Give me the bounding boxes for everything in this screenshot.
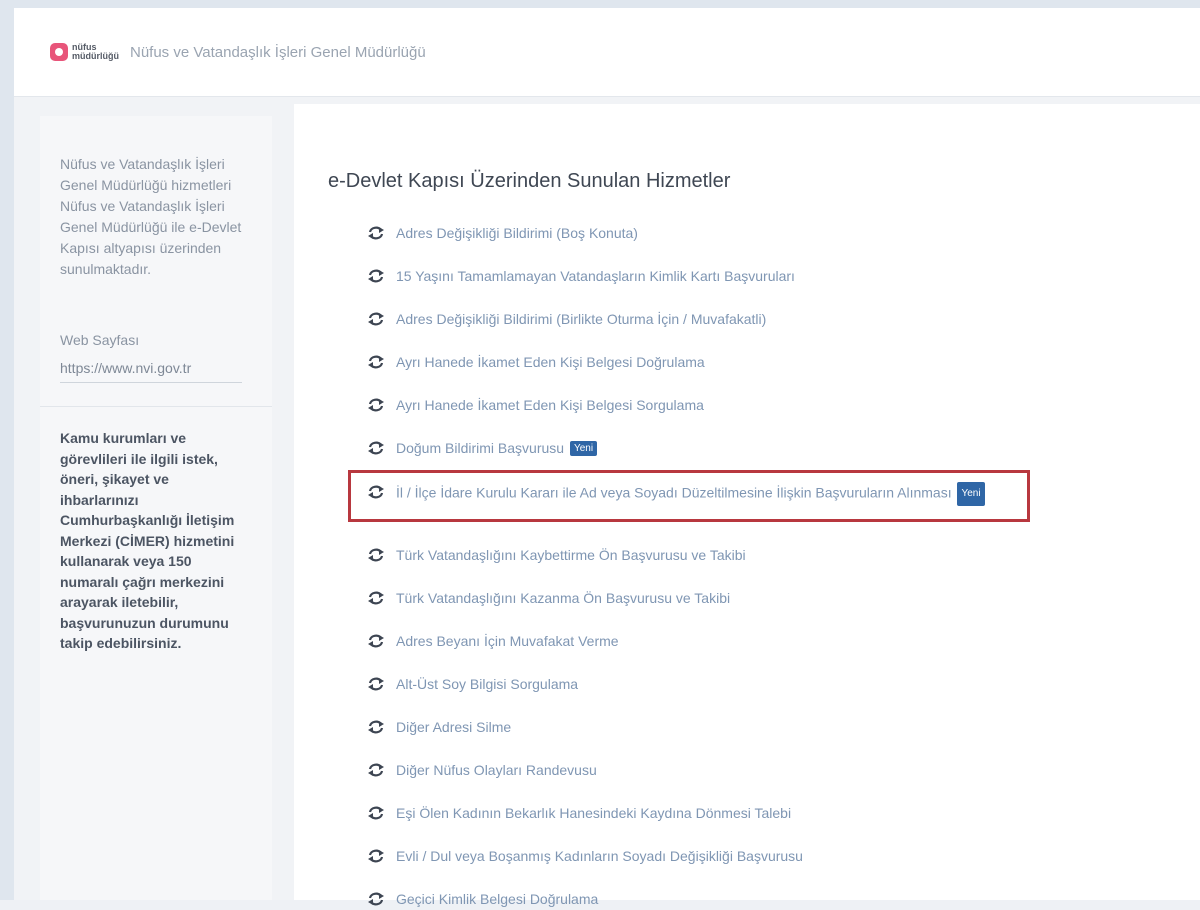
service-label: Eşi Ölen Kadının Bekarlık Hanesindeki Ka… [396,805,792,821]
service-item[interactable]: Ayrı Hanede İkamet Eden Kişi Belgesi Sor… [366,394,704,416]
new-badge: Yeni [569,441,598,457]
browser-window: nüfus müdürlüğü Nüfus ve Vatandaşlık İşl… [14,8,1200,907]
sidebar-divider [40,406,272,407]
agency-logo[interactable]: nüfus müdürlüğü [50,42,119,61]
refresh-arrows-icon [366,225,386,241]
refresh-arrows-icon [366,590,386,606]
page-title: e-Devlet Kapısı Üzerinden Sunulan Hizmet… [328,170,731,192]
service-label: Diğer Nüfus Olayları Randevusu [396,762,597,778]
service-item[interactable]: Doğum Bildirimi Başvurusu Yeni [366,437,598,459]
service-label: Adres Değişikliği Bildirimi (Boş Konuta) [396,225,638,241]
service-item[interactable]: Eşi Ölen Kadının Bekarlık Hanesindeki Ka… [366,802,791,824]
service-item[interactable]: İl / İlçe İdare Kurulu Kararı ile Ad vey… [366,482,986,506]
service-item[interactable]: Evli / Dul veya Boşanmış Kadınların Soya… [366,845,803,867]
web-page-label: Web Sayfası [60,332,140,348]
refresh-arrows-icon [366,762,386,778]
new-badge: Yeni [957,482,985,506]
refresh-arrows-icon [366,547,386,563]
cimer-info-text: Kamu kurumları ve görevlileri ile ilgili… [60,430,235,651]
service-item[interactable]: Diğer Adresi Silme [366,716,511,738]
page-header: nüfus müdürlüğü Nüfus ve Vatandaşlık İşl… [14,8,1200,97]
services-panel: e-Devlet Kapısı Üzerinden Sunulan Hizmet… [294,104,1200,907]
service-label: İl / İlçe İdare Kurulu Kararı ile Ad vey… [396,482,985,506]
service-item[interactable]: Alt-Üst Soy Bilgisi Sorgulama [366,673,578,695]
refresh-arrows-icon [366,891,386,907]
service-item[interactable]: Türk Vatandaşlığını Kazanma Ön Başvurusu… [366,587,730,609]
refresh-arrows-icon [366,440,386,456]
service-label: Doğum Bildirimi Başvurusu Yeni [396,440,598,457]
service-label: Ayrı Hanede İkamet Eden Kişi Belgesi Sor… [396,397,704,413]
service-label: 15 Yaşını Tamamlamayan Vatandaşların Kim… [396,268,795,284]
sidebar-intro-text: Nüfus ve Vatandaşlık İşleri Genel Müdürl… [60,156,242,277]
service-label: Evli / Dul veya Boşanmış Kadınların Soya… [396,848,803,864]
refresh-arrows-icon [366,397,386,413]
refresh-arrows-icon [366,484,386,500]
service-label: Türk Vatandaşlığını Kazanma Ön Başvurusu… [396,590,731,606]
web-page-link[interactable]: https://www.nvi.gov.tr [60,360,242,383]
service-item[interactable]: Adres Beyanı İçin Muvafakat Verme [366,630,619,652]
refresh-arrows-icon [366,805,386,821]
nvi-logo-icon [50,43,68,61]
service-item[interactable]: Türk Vatandaşlığını Kaybettirme Ön Başvu… [366,544,746,566]
service-label: Alt-Üst Soy Bilgisi Sorgulama [396,676,579,692]
refresh-arrows-icon [366,676,386,692]
refresh-arrows-icon [366,311,386,327]
service-label: Ayrı Hanede İkamet Eden Kişi Belgesi Doğ… [396,354,705,370]
service-item[interactable]: Adres Değişikliği Bildirimi (Birlikte Ot… [366,308,766,330]
service-item[interactable]: 15 Yaşını Tamamlamayan Vatandaşların Kim… [366,265,795,287]
screen-background: nüfus müdürlüğü Nüfus ve Vatandaşlık İşl… [0,0,1200,907]
service-item[interactable]: Diğer Nüfus Olayları Randevusu [366,759,597,781]
sidebar: Nüfus ve Vatandaşlık İşleri Genel Müdürl… [40,116,272,900]
service-label: Adres Değişikliği Bildirimi (Birlikte Ot… [396,311,767,327]
refresh-arrows-icon [366,719,386,735]
service-label: Adres Beyanı İçin Muvafakat Verme [396,633,619,649]
service-label: Diğer Adresi Silme [396,719,512,735]
service-item[interactable]: Ayrı Hanede İkamet Eden Kişi Belgesi Doğ… [366,351,705,373]
refresh-arrows-icon [366,633,386,649]
refresh-arrows-icon [366,354,386,370]
refresh-arrows-icon [366,848,386,864]
header-title: Nüfus ve Vatandaşlık İşleri Genel Müdürl… [130,43,426,61]
service-label: Geçici Kimlik Belgesi Doğrulama [396,891,599,907]
refresh-arrows-icon [366,268,386,284]
logo-text: nüfus müdürlüğü [72,42,119,61]
service-item[interactable]: Adres Değişikliği Bildirimi (Boş Konuta) [366,222,638,244]
service-item[interactable]: Geçici Kimlik Belgesi Doğrulama [366,888,598,910]
service-label: Türk Vatandaşlığını Kaybettirme Ön Başvu… [396,547,746,563]
